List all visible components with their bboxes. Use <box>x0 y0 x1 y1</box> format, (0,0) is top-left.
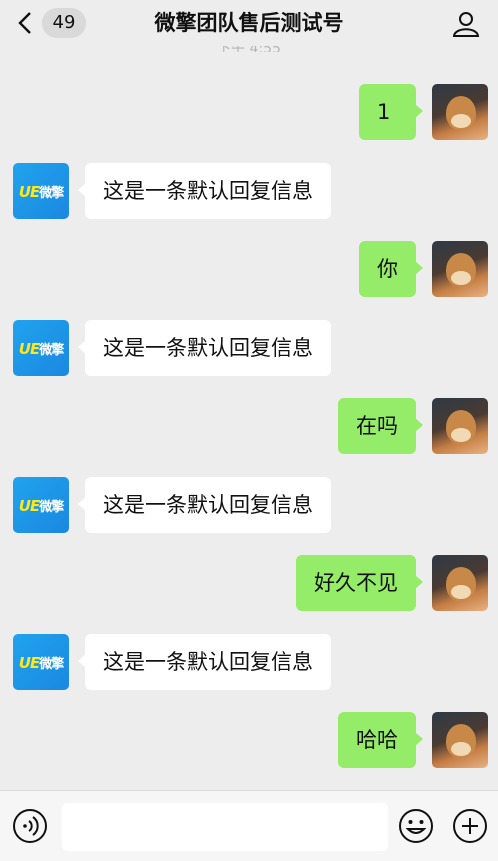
bot-avatar-brand: UE <box>18 496 40 515</box>
bot-avatar-brand: UE <box>18 182 40 201</box>
message-bubble[interactable]: 这是一条默认回复信息 <box>78 163 331 219</box>
input-bar <box>0 790 498 861</box>
avatar-image <box>451 271 471 285</box>
my-message: 在吗 <box>0 398 498 454</box>
my-message: 好久不见 <box>0 555 498 611</box>
message-bubble[interactable]: 哈哈 <box>338 712 423 768</box>
emoji-icon[interactable] <box>398 808 434 844</box>
my-message: 1 <box>0 84 498 140</box>
my-avatar[interactable] <box>432 241 488 297</box>
avatar-image <box>451 585 471 599</box>
bot-avatar-text: 微擎 <box>39 656 64 672</box>
my-message: 哈哈 <box>0 712 498 768</box>
my-message: 你 <box>0 241 498 297</box>
bot-avatar-logo: UE微擎 <box>18 182 64 201</box>
my-avatar[interactable] <box>432 84 488 140</box>
avatar-image <box>451 428 471 442</box>
bot-avatar[interactable]: UE微擎 <box>13 634 69 690</box>
my-avatar[interactable] <box>432 712 488 768</box>
message-input[interactable] <box>62 803 388 851</box>
message-bubble[interactable]: 在吗 <box>338 398 423 454</box>
bot-message: UE微擎 这是一条默认回复信息 <box>0 320 498 376</box>
bot-avatar-brand: UE <box>18 653 40 672</box>
my-avatar[interactable] <box>432 398 488 454</box>
message-bubble[interactable]: 这是一条默认回复信息 <box>78 634 331 690</box>
bot-avatar-logo: UE微擎 <box>18 496 64 515</box>
bot-avatar-text: 微擎 <box>39 499 64 515</box>
avatar-image <box>451 114 471 128</box>
person-icon[interactable] <box>452 10 480 38</box>
bot-message: UE微擎 这是一条默认回复信息 <box>0 477 498 533</box>
message-bubble[interactable]: 这是一条默认回复信息 <box>78 320 331 376</box>
bot-avatar[interactable]: UE微擎 <box>13 477 69 533</box>
message-bubble[interactable]: 你 <box>359 241 423 297</box>
bot-avatar-logo: UE微擎 <box>18 653 64 672</box>
message-bubble[interactable]: 1 <box>359 84 423 140</box>
avatar-image <box>451 742 471 756</box>
chat-title: 微擎团队售后测试号 <box>154 11 344 35</box>
bot-avatar-text: 微擎 <box>39 185 64 201</box>
bot-avatar[interactable]: UE微擎 <box>13 163 69 219</box>
message-bubble[interactable]: 这是一条默认回复信息 <box>78 477 331 533</box>
my-avatar[interactable] <box>432 555 488 611</box>
message-bubble[interactable]: 好久不见 <box>296 555 423 611</box>
bot-avatar[interactable]: UE微擎 <box>13 320 69 376</box>
bot-message: UE微擎 这是一条默认回复信息 <box>0 163 498 219</box>
plus-icon[interactable] <box>452 808 488 844</box>
bot-avatar-brand: UE <box>18 339 40 358</box>
bot-avatar-logo: UE微擎 <box>18 339 64 358</box>
voice-icon[interactable] <box>12 808 48 844</box>
bot-avatar-text: 微擎 <box>39 342 64 358</box>
top-bar: 49 微擎团队售后测试号 <box>0 0 498 46</box>
bot-message: UE微擎 这是一条默认回复信息 <box>0 634 498 690</box>
